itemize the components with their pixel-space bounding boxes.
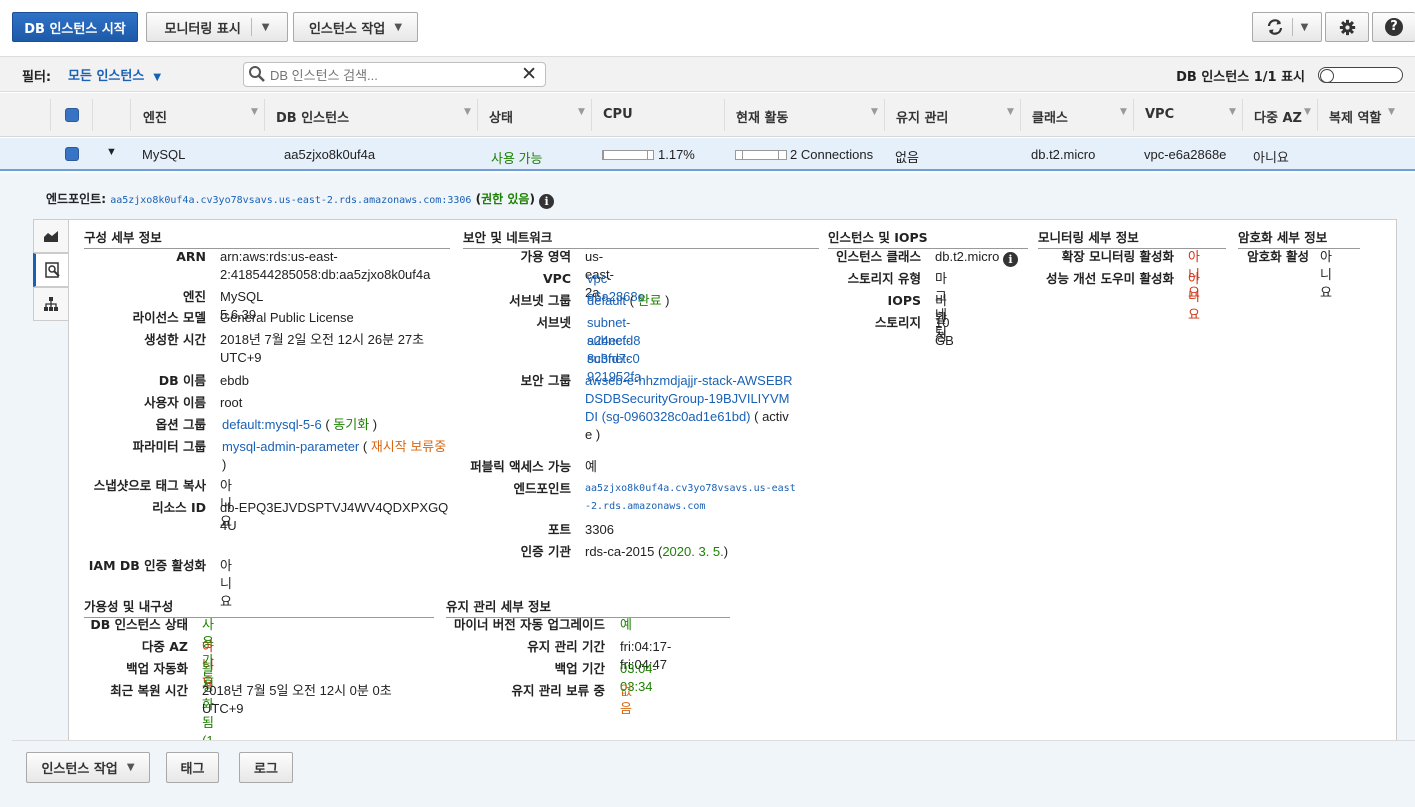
instance-detail: 엔드포인트: aa5zjxo8k0uf4a.cv3yo78vsavs.us-ea… (0, 173, 1415, 807)
launch-db-instance-button[interactable]: DB 인스턴스 시작 (12, 12, 138, 42)
endpoint-line: 엔드포인트: aa5zjxo8k0uf4a.cv3yo78vsavs.us-ea… (46, 190, 555, 209)
gear-icon (1339, 19, 1355, 35)
col-vpc[interactable]: VPC (1145, 107, 1174, 122)
subnet-group-link[interactable]: default (587, 293, 626, 308)
parameter-group-link[interactable]: mysql-admin-parameter (222, 439, 359, 454)
expand-row-icon[interactable]: ▼ (106, 146, 117, 158)
cell-class: db.t2.micro (1031, 147, 1096, 162)
table-row[interactable]: ▼ MySQL aa5zjxo8k0uf4a 사용 가능 1.17% 2 Con… (0, 138, 1415, 171)
refresh-icon (1267, 19, 1282, 35)
col-multi-az[interactable]: 다중 AZ (1254, 107, 1302, 126)
section-iops: 인스턴스 및 IOPS (828, 227, 1028, 249)
chevron-down-icon: ▼ (126, 762, 135, 773)
col-status[interactable]: 상태 (489, 107, 513, 126)
cell-engine: MySQL (142, 147, 186, 162)
section-maintenance: 유지 관리 세부 정보 (446, 596, 730, 618)
section-encryption: 암호화 세부 정보 (1238, 227, 1360, 249)
info-icon[interactable]: i (539, 194, 555, 209)
option-group-link[interactable]: default:mysql-5-6 (222, 417, 322, 432)
table-header: 엔진 ▼ DB 인스턴스 ▼ 상태 ▼ CPU 현재 활동 ▼ 유지 관리 ▼ … (0, 93, 1415, 137)
help-button[interactable]: ? (1372, 12, 1415, 42)
row-checkbox[interactable] (65, 147, 79, 161)
col-maintenance[interactable]: 유지 관리 (896, 107, 948, 126)
col-class[interactable]: 클래스 (1032, 107, 1068, 126)
chevron-down-icon: ▼ (153, 72, 162, 83)
document-search-icon (44, 262, 60, 278)
col-replication-role[interactable]: 복제 역할 (1329, 107, 1381, 126)
instance-actions-bottom-button[interactable]: 인스턴스 작업 ▼ (26, 752, 150, 783)
refresh-button[interactable]: ▼ (1252, 12, 1322, 42)
chevron-down-icon: ▼ (394, 21, 403, 33)
toolbar: DB 인스턴스 시작 모니터링 표시 ▼ 인스턴스 작업 ▼ ▼ ? (0, 0, 1415, 54)
tab-details[interactable] (33, 253, 69, 287)
filter-bar: 필터: 모든 인스턴스 ▼ ✕ DB 인스턴스 1/1 표시 (0, 56, 1415, 92)
chevron-down-icon: ▼ (1300, 21, 1309, 33)
cpu-progress-bar (602, 150, 654, 160)
chevron-down-icon: ▼ (261, 21, 270, 33)
details-panel: 구성 세부 정보 ARN arn:aws:rds:us-east-2:41854… (68, 219, 1397, 766)
cell-cpu: 1.17% (658, 147, 695, 162)
pagination-toggle[interactable] (1318, 67, 1403, 83)
filter-label: 필터: (22, 70, 52, 85)
cell-vpc: vpc-e6a2868e (1144, 147, 1227, 162)
col-engine[interactable]: 엔진 (143, 107, 167, 126)
search-input[interactable] (270, 65, 510, 85)
logs-button[interactable]: 로그 (239, 752, 293, 783)
filter-dropdown[interactable]: 모든 인스턴스 ▼ (68, 65, 161, 84)
instance-actions-button[interactable]: 인스턴스 작업 ▼ (293, 12, 418, 42)
help-icon: ? (1385, 18, 1403, 36)
section-monitoring: 모니터링 세부 정보 (1038, 227, 1226, 249)
tab-monitoring[interactable] (33, 219, 69, 253)
section-config: 구성 세부 정보 (84, 227, 450, 249)
endpoint-value[interactable]: aa5zjxo8k0uf4a.cv3yo78vsavs.us-east-2.rd… (585, 480, 800, 516)
cpu-progress-fill (603, 151, 604, 159)
cell-status: 사용 가능 (491, 151, 543, 166)
tags-button[interactable]: 태그 (166, 752, 219, 783)
cell-multi-az: 아니요 (1253, 150, 1289, 165)
permission-status: 권한 있음 (481, 192, 530, 206)
select-all-checkbox[interactable] (65, 108, 79, 122)
cell-activity: 2 Connections (790, 147, 874, 162)
cell-maintenance: 없음 (895, 150, 919, 165)
search-icon (249, 66, 265, 82)
area-chart-icon (44, 231, 58, 242)
sitemap-icon (44, 297, 58, 311)
cell-instance: aa5zjxo8k0uf4a (284, 147, 376, 162)
instance-count: DB 인스턴스 1/1 표시 (1176, 70, 1305, 85)
endpoint-link[interactable]: aa5zjxo8k0uf4a.cv3yo78vsavs.us-east-2.rd… (110, 195, 471, 206)
col-activity[interactable]: 현재 활동 (736, 107, 788, 126)
info-icon[interactable]: i (1002, 252, 1018, 267)
tab-topology[interactable] (33, 287, 69, 321)
section-availability: 가용성 및 내구성 (84, 596, 434, 618)
show-monitoring-button[interactable]: 모니터링 표시 ▼ (146, 12, 288, 42)
arn-value: arn:aws:rds:us-east-2:418544285058:db:aa… (220, 249, 431, 282)
settings-button[interactable] (1325, 12, 1369, 42)
search-box: ✕ (243, 62, 546, 87)
activity-progress-bar (735, 150, 787, 160)
col-cpu[interactable]: CPU (603, 107, 633, 122)
clear-search-icon[interactable]: ✕ (521, 63, 537, 85)
section-security: 보안 및 네트워크 (463, 227, 819, 249)
col-db-instance[interactable]: DB 인스턴스 (276, 107, 349, 126)
bottom-actions: 인스턴스 작업 ▼ 태그 로그 (12, 740, 1415, 798)
